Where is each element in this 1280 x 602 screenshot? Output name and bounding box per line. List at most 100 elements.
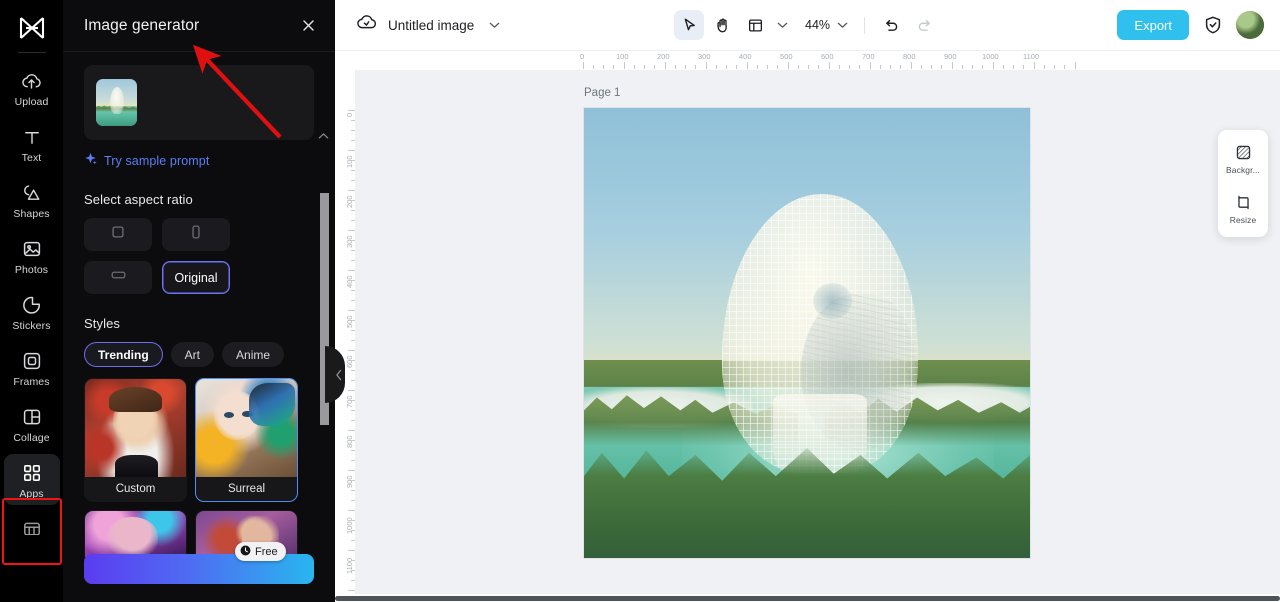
page-label: Page 1 <box>584 87 621 99</box>
toolbar-divider <box>864 16 866 34</box>
style-card-custom[interactable]: Custom <box>84 378 187 502</box>
chevron-down-icon[interactable] <box>485 11 503 39</box>
sidebar-item-label: Photos <box>14 264 49 276</box>
select-cursor-icon[interactable] <box>674 10 704 40</box>
aspect-ratio-original-button[interactable]: Original <box>162 261 230 294</box>
artwork-head-eye <box>812 282 852 320</box>
panel-header: Image generator <box>63 0 335 52</box>
background-pattern-icon <box>1233 142 1253 162</box>
style-card-label: Surreal <box>227 483 266 495</box>
try-sample-prompt-link[interactable]: Try sample prompt <box>84 152 314 170</box>
redo-arrow-icon[interactable] <box>909 10 939 40</box>
clock-icon <box>240 543 251 561</box>
sidebar-item-label: Shapes <box>13 208 50 220</box>
text-t-icon <box>20 125 44 149</box>
style-tabs: Trending Art Anime <box>84 342 314 367</box>
close-icon[interactable] <box>297 15 319 37</box>
sidebar-item-label: Apps <box>19 488 44 500</box>
chevron-up-icon[interactable] <box>316 128 330 144</box>
canvas-horizontal-scrollbar[interactable] <box>335 594 1280 602</box>
cloud-sync-icon[interactable] <box>356 13 377 37</box>
styles-section-title: Styles <box>84 316 121 331</box>
toolbar-right-group: Export <box>1117 10 1264 40</box>
sidebar-item-label: Upload <box>14 96 49 108</box>
sidebar-item-label: Stickers <box>12 320 51 332</box>
artwork-wireframe-head <box>722 193 919 484</box>
export-button-label: Export <box>1134 17 1172 33</box>
shapes-icon <box>20 181 44 205</box>
export-button[interactable]: Export <box>1117 10 1189 40</box>
sparkle-icon <box>84 152 97 170</box>
photo-image-icon <box>20 237 44 261</box>
background-button-label: Backgr... <box>1226 165 1260 175</box>
style-thumbnail <box>85 379 186 477</box>
square-ratio-icon <box>110 224 126 245</box>
style-thumbnail <box>196 379 297 477</box>
document-title[interactable]: Untitled image <box>388 18 474 33</box>
left-nav-rail: Upload Text Shapes Photos Stickers Frame… <box>0 0 63 602</box>
aspect-ratio-grid: Original <box>84 218 314 294</box>
landscape-ratio-icon <box>110 267 127 288</box>
toolbar-center-group: 44% <box>674 10 939 40</box>
style-card-surreal[interactable]: Surreal <box>195 378 298 502</box>
ruler-corner <box>335 51 355 70</box>
calendar-grid-icon <box>20 519 44 535</box>
canvas-scrollbar-thumb[interactable] <box>335 596 1280 601</box>
sidebar-item-more[interactable] <box>4 513 60 535</box>
sidebar-item-photos[interactable]: Photos <box>4 230 60 281</box>
resize-button-label: Resize <box>1229 215 1257 225</box>
canvas-workspace[interactable]: 0 100 200 300 400 500 600 700 800 900 10… <box>325 51 1280 602</box>
sidebar-item-label: Collage <box>13 432 50 444</box>
style-tab-anime[interactable]: Anime <box>222 342 285 367</box>
collage-grid-icon <box>20 405 44 429</box>
background-button[interactable]: Backgr... <box>1220 139 1266 178</box>
sidebar-item-text[interactable]: Text <box>4 118 60 169</box>
prompt-reference-thumbnail[interactable] <box>96 79 137 126</box>
sidebar-item-stickers[interactable]: Stickers <box>4 286 60 337</box>
sidebar-item-collage[interactable]: Collage <box>4 398 60 449</box>
artboard-page-1[interactable] <box>584 108 1030 558</box>
try-sample-prompt-label: Try sample prompt <box>104 154 210 168</box>
style-tab-art[interactable]: Art <box>170 342 215 367</box>
aspect-ratio-landscape-button[interactable] <box>84 261 152 294</box>
chevron-down-icon[interactable] <box>833 11 851 39</box>
sidebar-item-apps[interactable]: Apps <box>3 454 60 505</box>
aspect-ratio-portrait-button[interactable] <box>162 218 230 251</box>
style-tab-trending[interactable]: Trending <box>84 342 163 367</box>
capcut-logo-icon[interactable] <box>12 10 52 46</box>
app-root: Upload Text Shapes Photos Stickers Frame… <box>0 0 1280 602</box>
frames-icon <box>20 349 44 373</box>
style-thumbnail <box>85 511 186 557</box>
sidebar-item-frames[interactable]: Frames <box>4 342 60 393</box>
chevron-down-icon[interactable] <box>773 11 791 39</box>
prompt-input-box[interactable] <box>84 65 314 140</box>
upload-cloud-icon <box>20 69 44 93</box>
sidebar-item-shapes[interactable]: Shapes <box>4 174 60 225</box>
hand-pan-icon[interactable] <box>707 10 737 40</box>
user-avatar[interactable] <box>1236 11 1264 39</box>
layout-page-icon[interactable] <box>740 10 770 40</box>
shield-check-icon[interactable] <box>1200 13 1225 38</box>
sidebar-item-upload[interactable]: Upload <box>4 62 60 113</box>
toolbar-left-group: Untitled image <box>335 11 503 39</box>
aspect-ratio-original-label: Original <box>174 270 218 285</box>
aspect-ratio-square-button[interactable] <box>84 218 152 251</box>
undo-arrow-icon[interactable] <box>876 10 906 40</box>
resize-button[interactable]: Resize <box>1220 189 1266 228</box>
apps-grid-icon <box>20 461 44 485</box>
free-badge-label: Free <box>255 545 278 558</box>
vertical-ruler[interactable]: 0 100 200 300 400 500 600 700 800 900 10… <box>335 51 355 602</box>
aspect-ratio-section-title: Select aspect ratio <box>84 192 193 207</box>
horizontal-ruler[interactable]: 0 100 200 300 400 500 600 700 800 900 10… <box>355 51 1280 70</box>
sidebar-item-label: Text <box>21 152 42 164</box>
rail-divider <box>17 52 46 53</box>
free-badge: Free <box>235 542 286 561</box>
sticker-icon <box>20 293 44 317</box>
sidebar-item-label: Frames <box>13 376 50 388</box>
image-generator-panel: Image generator Try sample prompt Select… <box>63 0 335 602</box>
zoom-level-label[interactable]: 44% <box>805 18 830 32</box>
portrait-ratio-icon <box>188 224 204 245</box>
canvas-tools-panel: Backgr... Resize <box>1218 130 1268 237</box>
generate-button-wrap: Free <box>84 542 314 584</box>
style-card-label: Custom <box>115 483 156 495</box>
